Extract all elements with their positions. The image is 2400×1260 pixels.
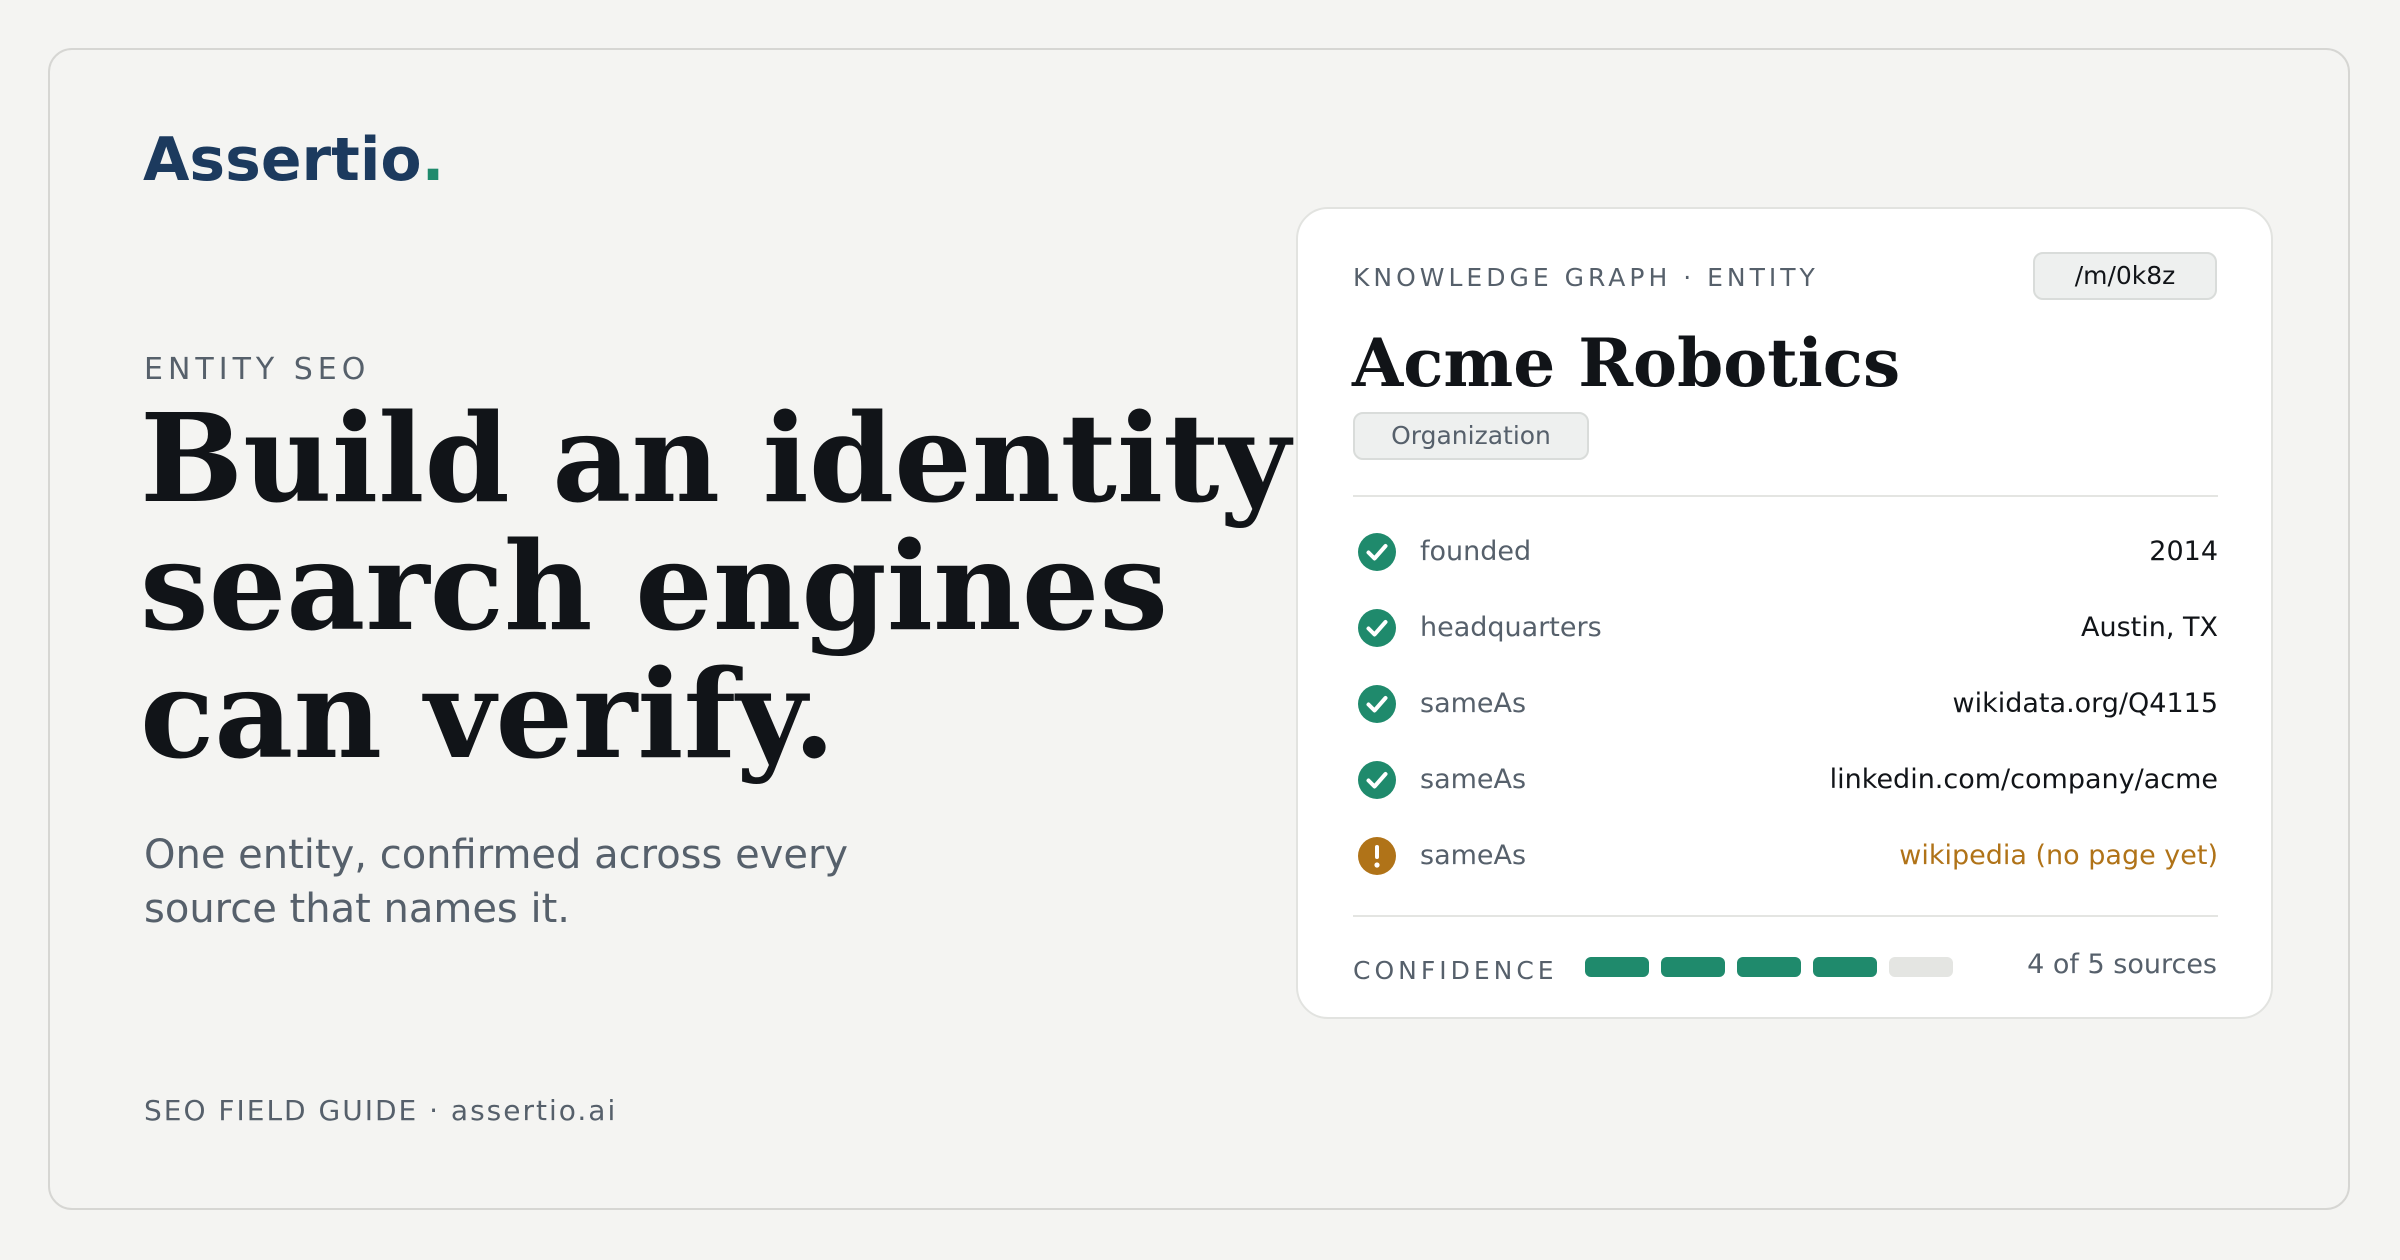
- logo[interactable]: Assertio.: [143, 130, 444, 190]
- logo-dot: .: [421, 125, 445, 195]
- footer-text: SEO FIELD GUIDE · assertio.ai: [144, 1094, 618, 1127]
- headline: Build an identity search engines can ver…: [140, 386, 1291, 786]
- confidence-segment-filled: [1661, 957, 1725, 977]
- subheadline: One entity, confirmed across every sourc…: [144, 832, 849, 932]
- fact-row: headquarters Austin, TX: [1353, 590, 2218, 666]
- fact-key: founded: [1420, 536, 1532, 567]
- check-circle-icon: [1358, 533, 1396, 571]
- fact-key: sameAs: [1420, 764, 1527, 795]
- fact-value-warning: wikipedia (no page yet): [1899, 840, 2218, 871]
- fact-value[interactable]: linkedin.com/company/acme: [1830, 742, 2218, 818]
- fact-row: sameAs wikipedia (no page yet): [1353, 818, 2218, 894]
- divider: [1353, 915, 2218, 917]
- entity-name: Acme Robotics: [1352, 324, 1901, 402]
- check-circle-icon: [1358, 685, 1396, 723]
- fact-row: sameAs wikidata.org/Q4115: [1353, 666, 2218, 742]
- confidence-segment-filled: [1585, 957, 1649, 977]
- confidence-segment-empty: [1889, 957, 1953, 977]
- logo-wordmark: Assertio: [143, 125, 422, 195]
- confidence-meter: [1585, 957, 1953, 977]
- fact-value: 2014: [2149, 536, 2218, 567]
- fact-row: founded 2014: [1353, 514, 2218, 590]
- confidence-segment-filled: [1813, 957, 1877, 977]
- fact-value[interactable]: wikidata.org/Q4115: [1953, 666, 2218, 742]
- fact-key: headquarters: [1420, 612, 1602, 643]
- fact-row: sameAs linkedin.com/company/acme: [1353, 742, 2218, 818]
- exclamation-circle-icon: [1358, 837, 1396, 875]
- eyebrow: ENTITY SEO: [144, 352, 371, 387]
- fact-value: Austin, TX: [2080, 612, 2218, 643]
- confidence-count: 4 of 5 sources: [2027, 949, 2217, 980]
- divider: [1353, 495, 2218, 497]
- entity-id-chip: /m/0k8z: [2033, 252, 2217, 300]
- entity-type-pill: Organization: [1353, 412, 1589, 460]
- confidence-segment-filled: [1737, 957, 1801, 977]
- fact-key: sameAs: [1420, 840, 1527, 871]
- confidence-label: CONFIDENCE: [1353, 956, 1558, 985]
- fact-list: founded 2014 headquarters Austin, TX sam…: [1353, 514, 2218, 894]
- check-circle-icon: [1358, 761, 1396, 799]
- knowledge-graph-card: KNOWLEDGE GRAPH · ENTITY /m/0k8z Acme Ro…: [1296, 207, 2273, 1019]
- card-kicker: KNOWLEDGE GRAPH · ENTITY: [1353, 263, 1819, 292]
- fact-key: sameAs: [1420, 688, 1527, 719]
- check-circle-icon: [1358, 609, 1396, 647]
